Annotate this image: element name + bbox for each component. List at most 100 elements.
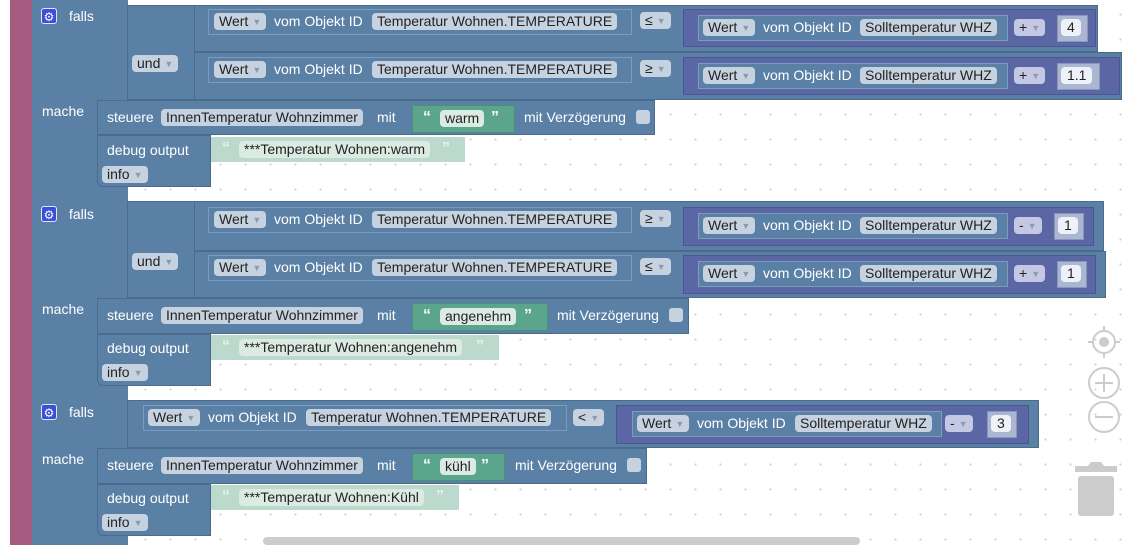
arith-operator-dropdown[interactable]: - ▼ bbox=[1014, 217, 1042, 234]
open-quote-icon: “ bbox=[222, 338, 230, 355]
text-value-field[interactable]: warm bbox=[440, 110, 485, 127]
event-block-strip[interactable] bbox=[10, 0, 32, 545]
if-label: falls bbox=[69, 206, 94, 222]
control-label: steuere bbox=[107, 109, 154, 125]
gear-icon[interactable]: ⚙ bbox=[41, 206, 57, 222]
object-id-label: vom Objekt ID bbox=[697, 415, 786, 431]
trash-icon[interactable] bbox=[1073, 458, 1119, 518]
horizontal-scrollbar[interactable] bbox=[263, 537, 860, 545]
object-id-field[interactable]: Temperatur Wohnen.TEMPERATURE bbox=[306, 409, 552, 426]
value-mode-dropdown[interactable]: Wert ▼ bbox=[214, 211, 267, 228]
number-field[interactable]: 1 bbox=[1061, 265, 1081, 282]
debug-label: debug output bbox=[107, 142, 189, 158]
arith-operator-dropdown[interactable]: - ▼ bbox=[945, 415, 973, 432]
value-mode-dropdown[interactable]: Wert ▼ bbox=[214, 61, 267, 78]
object-id-field[interactable]: Solltemperatur WHZ bbox=[860, 67, 997, 84]
open-quote-icon: “ bbox=[222, 140, 230, 157]
value-mode-dropdown[interactable]: Wert ▼ bbox=[637, 415, 690, 432]
object-id-field[interactable]: Temperatur Wohnen.TEMPERATURE bbox=[372, 211, 618, 228]
control-target-field[interactable]: InnenTemperatur Wohnzimmer bbox=[161, 457, 363, 474]
close-quote-icon: ” bbox=[491, 109, 499, 126]
compare-operator-dropdown[interactable]: ≤ ▼ bbox=[640, 258, 671, 275]
debug-label: debug output bbox=[107, 340, 189, 356]
number-field[interactable]: 4 bbox=[1061, 19, 1081, 36]
object-id-field[interactable]: Solltemperatur WHZ bbox=[860, 217, 997, 234]
compare-operator-dropdown[interactable]: ≥ ▼ bbox=[640, 60, 671, 77]
with-label: mit bbox=[377, 457, 396, 473]
object-id-field[interactable]: Solltemperatur WHZ bbox=[860, 19, 997, 36]
object-id-label: vom Objekt ID bbox=[274, 61, 363, 77]
delay-label: mit Verzögerung bbox=[524, 109, 626, 125]
object-id-label: vom Objekt ID bbox=[274, 211, 363, 227]
plus-circle-icon[interactable] bbox=[1087, 366, 1121, 400]
logic-op-dropdown[interactable]: und ▼ bbox=[132, 253, 179, 270]
object-id-field[interactable]: Solltemperatur WHZ bbox=[860, 265, 997, 282]
control-target-field[interactable]: InnenTemperatur Wohnzimmer bbox=[161, 307, 363, 324]
minus-circle-icon[interactable] bbox=[1087, 400, 1121, 434]
gear-icon[interactable]: ⚙ bbox=[41, 404, 57, 420]
value-mode-dropdown[interactable]: Wert ▼ bbox=[703, 19, 756, 36]
object-id-field[interactable]: Temperatur Wohnen.TEMPERATURE bbox=[372, 259, 618, 276]
control-label: steuere bbox=[107, 307, 154, 323]
logic-and-block[interactable] bbox=[127, 201, 195, 298]
close-quote-icon: ” bbox=[442, 140, 450, 157]
do-label: mache bbox=[42, 451, 85, 467]
value-mode-dropdown[interactable]: Wert ▼ bbox=[214, 259, 267, 276]
close-quote-icon: ” bbox=[476, 338, 484, 355]
delay-label: mit Verzögerung bbox=[557, 307, 659, 323]
text-value-field[interactable]: kühl bbox=[440, 458, 476, 475]
arith-operator-dropdown[interactable]: + ▼ bbox=[1014, 67, 1046, 84]
value-mode-dropdown[interactable]: Wert ▼ bbox=[148, 409, 201, 426]
value-mode-dropdown[interactable]: Wert ▼ bbox=[703, 67, 756, 84]
debug-level-dropdown[interactable]: info ▼ bbox=[102, 364, 148, 381]
logic-op-dropdown[interactable]: und ▼ bbox=[132, 55, 179, 72]
debug-message-field[interactable]: ***Temperatur Wohnen:warm bbox=[239, 141, 431, 158]
text-value-field[interactable]: angenehm bbox=[440, 308, 517, 325]
arith-operator-dropdown[interactable]: + ▼ bbox=[1014, 265, 1046, 282]
object-id-label: vom Objekt ID bbox=[274, 13, 363, 29]
debug-level-dropdown[interactable]: info ▼ bbox=[102, 166, 148, 183]
compare-operator-dropdown[interactable]: < ▼ bbox=[573, 409, 605, 426]
delay-checkbox[interactable] bbox=[669, 308, 683, 322]
compare-operator-dropdown[interactable]: ≤ ▼ bbox=[640, 12, 671, 29]
number-field[interactable]: 1.1 bbox=[1061, 67, 1093, 84]
value-mode-dropdown[interactable]: Wert ▼ bbox=[703, 265, 756, 282]
debug-level-dropdown[interactable]: info ▼ bbox=[102, 514, 148, 531]
open-quote-icon: “ bbox=[423, 109, 431, 126]
debug-message-field[interactable]: ***Temperatur Wohnen:Kühl bbox=[239, 489, 424, 506]
delay-checkbox[interactable] bbox=[636, 110, 650, 124]
object-id-label: vom Objekt ID bbox=[763, 19, 852, 35]
object-id-label: vom Objekt ID bbox=[763, 67, 852, 83]
target-icon[interactable] bbox=[1086, 324, 1122, 360]
value-mode-dropdown[interactable]: Wert ▼ bbox=[703, 217, 756, 234]
object-id-label: vom Objekt ID bbox=[763, 217, 852, 233]
object-id-label: vom Objekt ID bbox=[274, 259, 363, 275]
gear-icon[interactable]: ⚙ bbox=[41, 8, 57, 24]
workspace-left-edge bbox=[0, 0, 10, 545]
if-label: falls bbox=[69, 8, 94, 24]
logic-and-block[interactable] bbox=[127, 5, 195, 100]
do-label: mache bbox=[42, 301, 85, 317]
compare-operator-dropdown[interactable]: ≥ ▼ bbox=[640, 210, 671, 227]
with-label: mit bbox=[377, 109, 396, 125]
with-label: mit bbox=[377, 307, 396, 323]
value-mode-dropdown[interactable]: Wert ▼ bbox=[214, 13, 267, 30]
delay-label: mit Verzögerung bbox=[515, 457, 617, 473]
control-label: steuere bbox=[107, 457, 154, 473]
delay-checkbox[interactable] bbox=[627, 458, 641, 472]
number-field[interactable]: 3 bbox=[991, 415, 1011, 432]
close-quote-icon: ” bbox=[481, 457, 489, 474]
object-id-field[interactable]: Temperatur Wohnen.TEMPERATURE bbox=[372, 13, 618, 30]
debug-message-field[interactable]: ***Temperatur Wohnen:angenehm bbox=[239, 339, 462, 356]
object-id-label: vom Objekt ID bbox=[208, 409, 297, 425]
control-target-field[interactable]: InnenTemperatur Wohnzimmer bbox=[161, 109, 363, 126]
do-label: mache bbox=[42, 103, 85, 119]
open-quote-icon: “ bbox=[222, 488, 230, 505]
open-quote-icon: “ bbox=[423, 307, 431, 324]
number-field[interactable]: 1 bbox=[1058, 217, 1078, 234]
arith-operator-dropdown[interactable]: + ▼ bbox=[1014, 19, 1046, 36]
object-id-label: vom Objekt ID bbox=[763, 265, 852, 281]
object-id-field[interactable]: Solltemperatur WHZ bbox=[795, 415, 932, 432]
object-id-field[interactable]: Temperatur Wohnen.TEMPERATURE bbox=[372, 61, 618, 78]
close-quote-icon: ” bbox=[524, 307, 532, 324]
